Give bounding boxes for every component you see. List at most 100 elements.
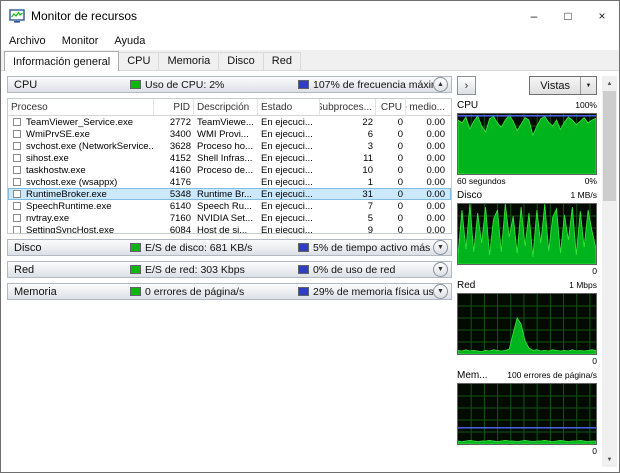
- process-checkbox[interactable]: [13, 190, 21, 198]
- cpu-collapse-chevron-icon[interactable]: ▲: [433, 77, 448, 92]
- memoria-faults-label: 0 errores de página/s: [145, 285, 245, 298]
- column-header-pid[interactable]: PID: [154, 99, 194, 115]
- process-pid: 3628: [169, 140, 191, 152]
- column-header-subprocesos[interactable]: Subproces...: [320, 99, 376, 115]
- process-checkbox[interactable]: [13, 202, 21, 210]
- process-name: SettingSyncHost.exe: [26, 224, 115, 234]
- process-pid: 5348: [169, 188, 191, 200]
- graph-footer-right: 0%: [584, 175, 597, 186]
- process-cpu: 0: [397, 164, 403, 176]
- graph-footer-left: 60 segundos: [457, 175, 506, 186]
- process-row[interactable]: sihost.exe 4152 Shell Infras... En ejecu…: [8, 152, 451, 164]
- graph-plot: [457, 113, 597, 175]
- column-header-estado[interactable]: Estado: [258, 99, 320, 115]
- process-row[interactable]: nvtray.exe 7160 NVIDIA Set... En ejecuci…: [8, 212, 451, 224]
- process-row[interactable]: taskhostw.exe 4160 Proceso de... En ejec…: [8, 164, 451, 176]
- column-header-proceso[interactable]: Proceso: [8, 99, 154, 115]
- process-row[interactable]: TeamViewer_Service.exe 2772 TeamViewe...…: [8, 116, 451, 128]
- red-usage-label: 0% de uso de red: [313, 263, 396, 276]
- memoria-section-header: Memoria 0 errores de página/s 29% de mem…: [7, 283, 452, 300]
- scroll-track[interactable]: [602, 91, 617, 452]
- graph-plot: [457, 383, 597, 445]
- menu-item-ayuda[interactable]: Ayuda: [106, 35, 153, 47]
- menu-item-archivo[interactable]: Archivo: [1, 35, 54, 47]
- process-checkbox[interactable]: [13, 226, 21, 233]
- graph-footer-right: 0: [592, 445, 597, 456]
- process-checkbox[interactable]: [13, 166, 21, 174]
- process-cpu: 0: [397, 176, 403, 188]
- process-checkbox[interactable]: [13, 154, 21, 162]
- views-dropdown-arrow-icon[interactable]: ▼: [580, 77, 596, 94]
- process-row[interactable]: RuntimeBroker.exe 5348 Runtime Br... En …: [8, 188, 451, 200]
- graph-scale-label: 1 Mbps: [569, 280, 597, 290]
- red-usage-meter-icon: [298, 265, 309, 274]
- scroll-thumb[interactable]: [603, 91, 616, 201]
- process-avg-cpu: 0.00: [426, 176, 446, 188]
- tab-cpu[interactable]: CPU: [118, 52, 160, 70]
- maximize-button[interactable]: □: [551, 1, 585, 31]
- memoria-section-title: Memoria: [14, 285, 57, 298]
- process-row[interactable]: svchost.exe (NetworkService... 3628 Proc…: [8, 140, 451, 152]
- tab-memoria[interactable]: Memoria: [158, 52, 220, 70]
- cpu-usage-group: Uso de CPU: 2%: [130, 79, 298, 91]
- views-button[interactable]: Vistas ▼: [529, 76, 597, 95]
- process-status: En ejecuci...: [261, 128, 313, 140]
- tab-disco[interactable]: Disco: [218, 52, 264, 70]
- process-checkbox[interactable]: [13, 214, 21, 222]
- process-description: Host de si...: [197, 224, 248, 234]
- process-checkbox[interactable]: [13, 130, 21, 138]
- process-description: Speech Ru...: [197, 200, 252, 212]
- views-button-label: Vistas: [540, 79, 570, 92]
- graph-disco: Disco 1 MB/s 0: [457, 190, 597, 276]
- process-row[interactable]: SettingSyncHost.exe 6084 Host de si... E…: [8, 224, 451, 233]
- scroll-down-button[interactable]: ▼: [602, 452, 617, 467]
- menu-item-monitor[interactable]: Monitor: [54, 35, 107, 47]
- process-checkbox[interactable]: [13, 118, 21, 126]
- graph-scale-label: 1 MB/s: [570, 190, 597, 200]
- process-threads: 7: [367, 200, 373, 212]
- minimize-button[interactable]: –: [517, 1, 551, 31]
- process-name-cell: taskhostw.exe: [8, 164, 154, 176]
- process-description: Proceso ho...: [197, 140, 253, 152]
- graph-title: Red: [457, 280, 476, 291]
- process-row[interactable]: WmiPrvSE.exe 3400 WMI Provi... En ejecuc…: [8, 128, 451, 140]
- red-io-label: E/S de red: 303 Kbps: [145, 263, 245, 276]
- tab-informacion-general[interactable]: Información general: [4, 51, 120, 71]
- process-row[interactable]: SpeechRuntime.exe 6140 Speech Ru... En e…: [8, 200, 451, 212]
- process-name-cell: TeamViewer_Service.exe: [8, 116, 154, 128]
- memoria-expand-chevron-icon[interactable]: ▼: [433, 284, 448, 299]
- tab-red[interactable]: Red: [262, 52, 301, 70]
- process-name: SpeechRuntime.exe: [26, 200, 112, 212]
- column-header-cpu[interactable]: CPU: [376, 99, 406, 115]
- content: CPU Uso de CPU: 2% 107% de frecuencia má…: [1, 71, 619, 472]
- process-avg-cpu: 0.00: [426, 140, 446, 152]
- graph-cpu: CPU 100% 60 segundos 0%: [457, 100, 597, 186]
- process-checkbox[interactable]: [13, 142, 21, 150]
- graphs: CPU 100% 60 segundos 0% Disco 1 MB/s 0 R…: [457, 100, 597, 456]
- process-checkbox[interactable]: [13, 178, 21, 186]
- disco-section-header: Disco E/S de disco: 681 KB/s 5% de tiemp…: [7, 239, 452, 256]
- graph-footer: 0: [457, 265, 597, 276]
- graph-scale-label: 100%: [575, 100, 597, 110]
- disco-expand-chevron-icon[interactable]: ▼: [433, 240, 448, 255]
- process-threads: 11: [363, 152, 373, 164]
- process-avg-cpu: 0.00: [426, 128, 446, 140]
- close-button[interactable]: ×: [585, 1, 619, 31]
- cpu-usage-label: Uso de CPU: 2%: [145, 78, 225, 91]
- column-header-descripcion[interactable]: Descripción: [194, 99, 258, 115]
- cpu-frequency-label: 107% de frecuencia máxima: [313, 78, 433, 91]
- graph-plot: [457, 203, 597, 265]
- collapse-panel-button[interactable]: ›: [457, 76, 476, 95]
- app-icon: [9, 9, 25, 23]
- disco-io-meter-icon: [130, 243, 141, 252]
- process-pid: 7160: [169, 212, 191, 224]
- scroll-up-button[interactable]: ▲: [602, 76, 617, 91]
- process-pid: 4160: [169, 164, 191, 176]
- process-row[interactable]: svchost.exe (wsappx) 4176 En ejecuci... …: [8, 176, 451, 188]
- resource-monitor-window: Monitor de recursos – □ × Archivo Monito…: [0, 0, 620, 473]
- memoria-used-label: 29% de memoria física usada: [313, 285, 433, 298]
- chevron-right-icon: ›: [464, 79, 469, 92]
- process-status: En ejecuci...: [261, 212, 313, 224]
- column-header-uso-medio[interactable]: Uso medio...: [406, 99, 451, 115]
- red-expand-chevron-icon[interactable]: ▼: [433, 262, 448, 277]
